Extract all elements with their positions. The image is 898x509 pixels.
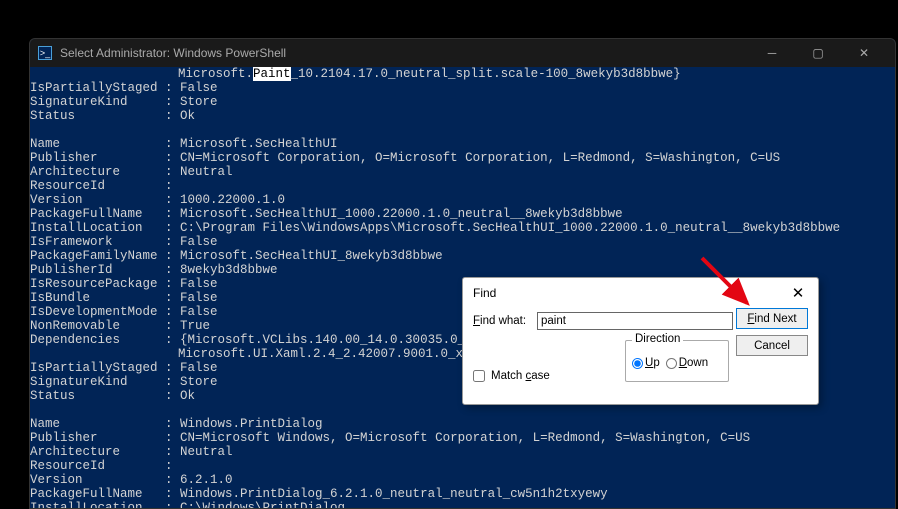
find-what-label: Find what:: [473, 315, 529, 327]
match-case-checkbox[interactable]: Match case: [473, 370, 550, 382]
find-dialog: Find ✕ Find what: Find Next Cancel Direc…: [462, 277, 819, 405]
cancel-button[interactable]: Cancel: [736, 335, 808, 356]
find-next-button[interactable]: Find Next: [736, 308, 808, 329]
match-case-label: Match case: [491, 370, 550, 382]
find-close-button[interactable]: ✕: [788, 284, 808, 302]
find-dialog-title: Find: [473, 286, 496, 300]
window-title: Select Administrator: Windows PowerShell: [60, 46, 749, 60]
titlebar-buttons: ─ ▢ ✕: [749, 39, 887, 67]
up-label: Up: [645, 357, 660, 369]
powershell-icon: >_: [38, 46, 52, 60]
minimize-button[interactable]: ─: [749, 39, 795, 67]
maximize-button[interactable]: ▢: [795, 39, 841, 67]
down-radio-input[interactable]: [666, 358, 677, 369]
direction-group: Direction Up Down: [625, 340, 729, 382]
direction-down-radio[interactable]: Down: [666, 357, 708, 369]
direction-label: Direction: [632, 333, 683, 345]
direction-up-radio[interactable]: Up: [632, 357, 660, 369]
up-radio-input[interactable]: [632, 358, 643, 369]
powershell-window: >_ Select Administrator: Windows PowerSh…: [29, 38, 896, 509]
match-case-input[interactable]: [473, 370, 485, 382]
titlebar: >_ Select Administrator: Windows PowerSh…: [30, 39, 895, 67]
find-input[interactable]: [537, 312, 733, 330]
find-dialog-titlebar: Find ✕: [463, 278, 818, 308]
down-label: Down: [679, 357, 708, 369]
close-button[interactable]: ✕: [841, 39, 887, 67]
